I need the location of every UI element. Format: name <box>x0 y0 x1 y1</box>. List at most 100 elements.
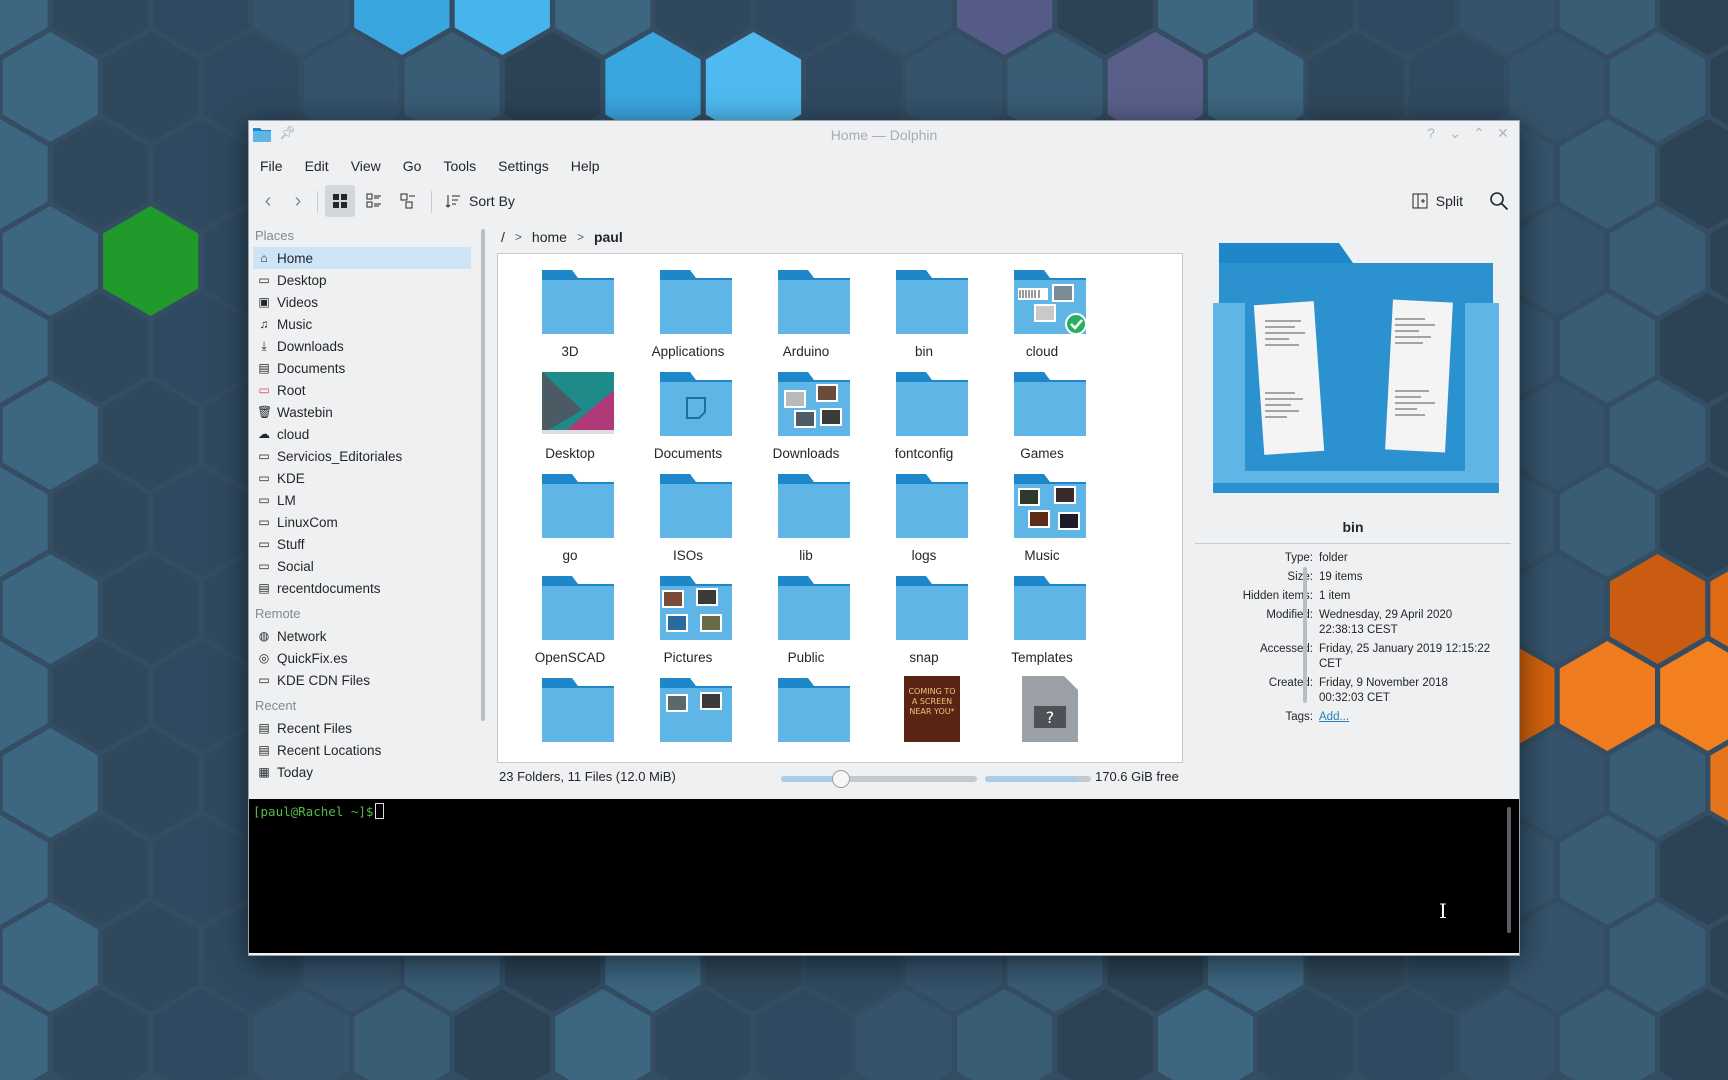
menu-file[interactable]: File <box>249 155 294 177</box>
search-icon[interactable] <box>1489 191 1509 211</box>
sidebar-item-lm[interactable]: ▭ LM <box>253 489 471 511</box>
menu-settings[interactable]: Settings <box>487 155 560 177</box>
icons-view-button[interactable] <box>325 185 355 217</box>
svg-text:?: ? <box>1046 708 1055 727</box>
split-button[interactable]: Split <box>1412 185 1463 217</box>
sidebar-item-documents[interactable]: ▤ Documents <box>253 357 471 379</box>
add-tags-link[interactable]: Add... <box>1319 710 1493 725</box>
folder-preview-icon <box>660 574 732 640</box>
file-item[interactable]: fontconfig <box>860 356 988 466</box>
file-item[interactable]: ? <box>978 662 1106 762</box>
breadcrumb-current[interactable]: paul <box>594 229 623 245</box>
file-item[interactable]: cloud <box>978 254 1106 364</box>
file-item[interactable]: snap <box>860 560 988 670</box>
compact-view-button[interactable] <box>359 185 389 217</box>
sidebar-item-label: LM <box>277 492 296 508</box>
sidebar-item-today[interactable]: ▦ Today <box>253 761 471 783</box>
breadcrumb-root[interactable]: / <box>501 229 505 245</box>
file-item[interactable]: Public <box>742 560 870 670</box>
file-item[interactable]: Arduino <box>742 254 870 364</box>
sidebar-item-recent-locations[interactable]: ▤ Recent Locations <box>253 739 471 761</box>
file-item[interactable]: lib <box>742 458 870 568</box>
sidebar-item-servicios-editoriales[interactable]: ▭ Servicios_Editoriales <box>253 445 471 467</box>
file-item[interactable]: logs <box>860 458 988 568</box>
folder-icon <box>542 472 614 538</box>
music-icon: ♫ <box>259 317 269 331</box>
file-item[interactable] <box>506 662 634 762</box>
back-button[interactable]: ‹ <box>255 185 281 217</box>
menu-help[interactable]: Help <box>560 155 611 177</box>
places-scrollbar[interactable] <box>481 229 485 721</box>
split-view-icon <box>1412 193 1428 209</box>
file-item[interactable]: Games <box>978 356 1106 466</box>
sidebar-item-linuxcom[interactable]: ▭ LinuxCom <box>253 511 471 533</box>
sidebar-item-label: Documents <box>277 360 346 376</box>
file-item[interactable]: Templates <box>978 560 1106 670</box>
file-item[interactable]: go <box>506 458 634 568</box>
sidebar-item-kde[interactable]: ▭ KDE <box>253 467 471 489</box>
file-item[interactable]: COMING TO A SCREEN NEAR YOU* <box>860 662 988 762</box>
file-item[interactable]: Documents <box>624 356 752 466</box>
sidebar-item-wastebin[interactable]: 🗑︎ Wastebin <box>253 401 471 423</box>
details-view-button[interactable] <box>393 185 423 217</box>
menu-go[interactable]: Go <box>392 155 433 177</box>
zoom-slider-handle[interactable] <box>831 770 850 788</box>
property-row: Size: 19 items <box>1193 570 1493 585</box>
file-item[interactable]: Downloads <box>742 356 870 466</box>
file-item[interactable]: Music <box>978 458 1106 568</box>
file-item[interactable]: Pictures <box>624 560 752 670</box>
close-button[interactable]: ✕ <box>1495 125 1511 142</box>
sidebar-item-home[interactable]: ⌂ Home <box>253 247 471 269</box>
file-item[interactable]: Desktop <box>506 356 634 466</box>
file-item[interactable]: 3D <box>506 254 634 364</box>
property-value: 1 item <box>1319 590 1351 602</box>
sort-by-button[interactable]: Sort By <box>445 185 515 217</box>
menu-edit[interactable]: Edit <box>294 155 340 177</box>
file-item[interactable]: Applications <box>624 254 752 364</box>
minimize-button[interactable]: ⌄ <box>1447 125 1463 142</box>
file-item[interactable]: OpenSCAD <box>506 560 634 670</box>
sidebar-item-label: Today <box>277 764 314 780</box>
help-button[interactable]: ? <box>1423 125 1439 142</box>
file-item[interactable] <box>742 662 870 762</box>
sidebar-item-kde-cdn-files[interactable]: ▭ KDE CDN Files <box>253 669 471 691</box>
forward-button[interactable]: › <box>285 185 311 217</box>
property-key: Accessed: <box>1259 643 1313 655</box>
file-item[interactable]: ISOs <box>624 458 752 568</box>
sidebar-item-music[interactable]: ♫ Music <box>253 313 471 335</box>
sidebar-item-recent-files[interactable]: ▤ Recent Files <box>253 717 471 739</box>
free-space-label[interactable]: 170.6 GiB free <box>1095 769 1179 784</box>
file-item[interactable] <box>624 662 752 762</box>
folder-icon <box>778 676 850 742</box>
sidebar-item-downloads[interactable]: ⤓ Downloads <box>253 335 471 357</box>
property-row: Hidden items: 1 item <box>1193 589 1493 604</box>
selected-item-name: bin <box>1342 519 1364 535</box>
information-scrollbar[interactable] <box>1303 567 1307 703</box>
folder-preview-icon <box>1014 268 1087 335</box>
file-item[interactable]: bin <box>860 254 988 364</box>
folder-icon: ▭ <box>258 515 270 529</box>
sidebar-item-recentdocuments[interactable]: ▤ recentdocuments <box>253 577 471 599</box>
sidebar-item-desktop[interactable]: ▭ Desktop <box>253 269 471 291</box>
folder-icon <box>660 472 732 538</box>
terminal-scrollbar[interactable] <box>1507 807 1511 933</box>
sidebar-item-videos[interactable]: ▣ Videos <box>253 291 471 313</box>
menu-view[interactable]: View <box>340 155 392 177</box>
zoom-slider[interactable] <box>781 770 977 788</box>
breadcrumb-home[interactable]: home <box>532 229 567 245</box>
sidebar-item-network[interactable]: ◍ Network <box>253 625 471 647</box>
maximize-button[interactable]: ⌃ <box>1471 125 1487 142</box>
property-row: Created: Friday, 9 November 2018 00:32:03… <box>1193 676 1493 706</box>
sidebar-item-social[interactable]: ▭ Social <box>253 555 471 577</box>
sidebar-item-cloud[interactable]: ☁︎ cloud <box>253 423 471 445</box>
terminal-panel[interactable]: [paul@Rachel ~]$ I <box>249 799 1519 953</box>
title-bar[interactable]: 📌︎ Home — Dolphin ? ⌄ ⌃ ✕ <box>249 121 1519 149</box>
property-row: Accessed: Friday, 25 January 2019 12:15:2… <box>1193 642 1493 672</box>
sidebar-item-quickfix[interactable]: ◎ QuickFix.es <box>253 647 471 669</box>
sidebar-item-label: KDE CDN Files <box>277 672 371 688</box>
sidebar-item-label: Servicios_Editoriales <box>277 448 403 464</box>
places-header: Places <box>255 228 295 243</box>
menu-tools[interactable]: Tools <box>432 155 487 177</box>
sidebar-item-stuff[interactable]: ▭ Stuff <box>253 533 471 555</box>
sidebar-item-root[interactable]: ▭ Root <box>253 379 471 401</box>
